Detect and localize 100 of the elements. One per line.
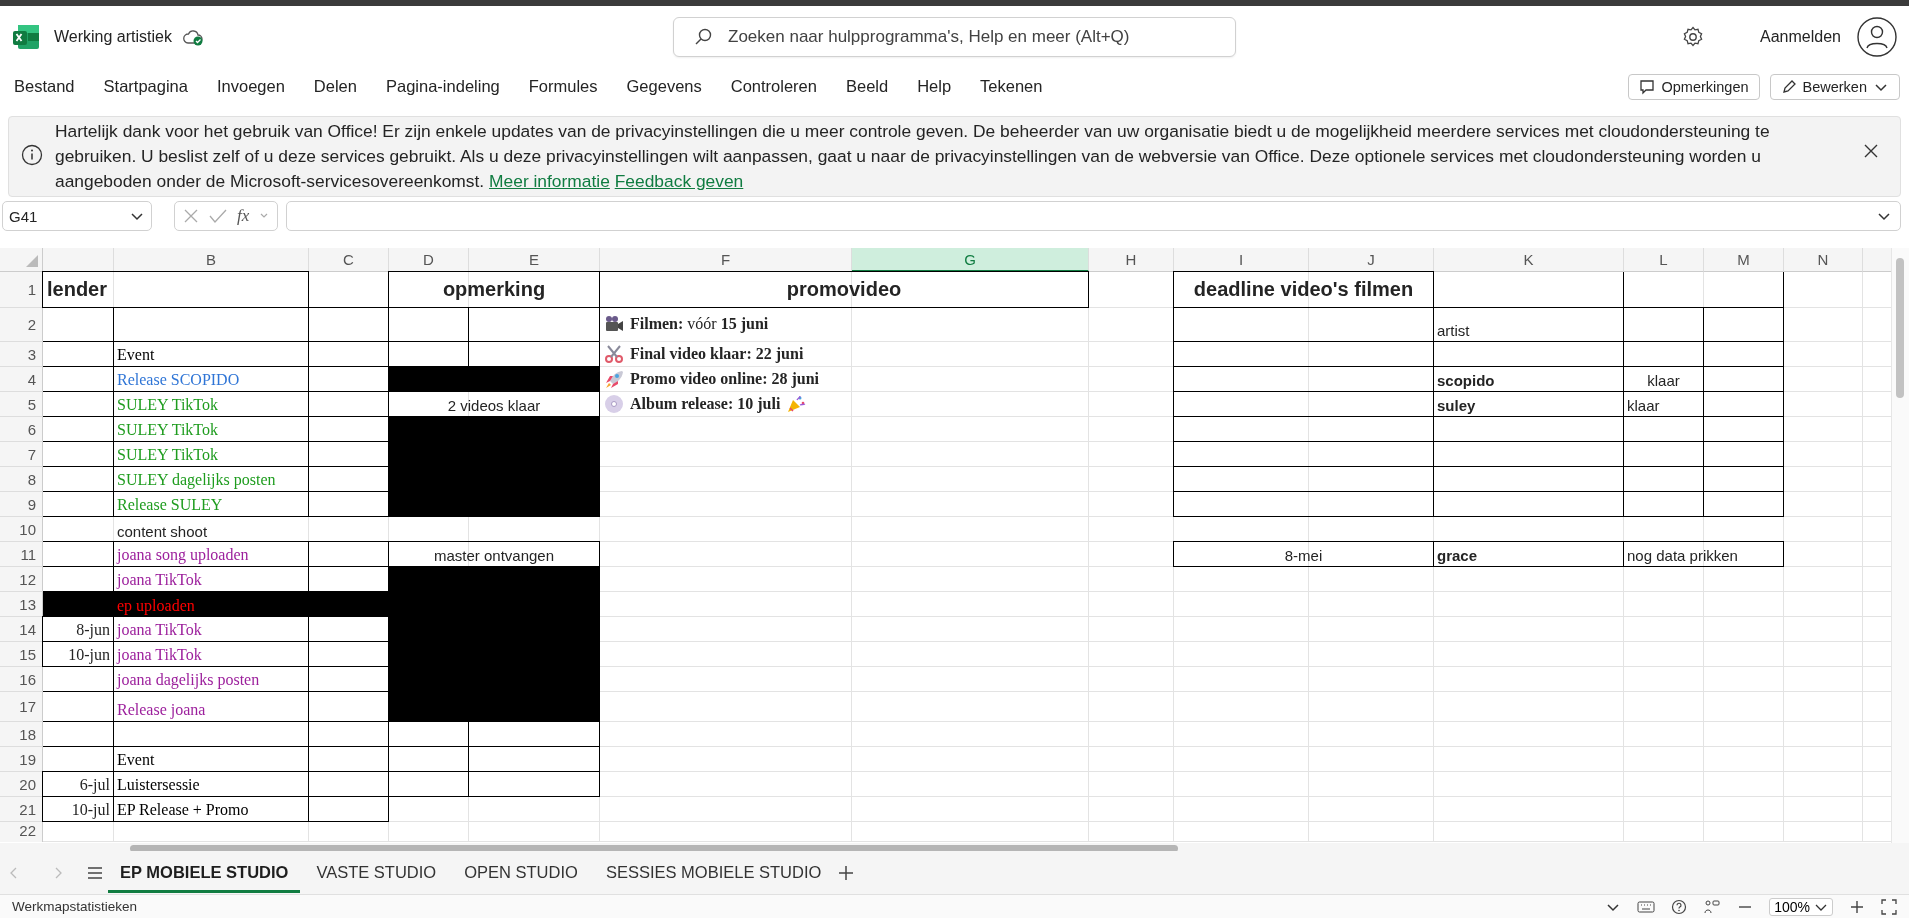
row-header[interactable]: 22 <box>0 822 43 842</box>
table-cell: Filmen: vóór 15 juni <box>630 315 769 333</box>
checkmark-icon[interactable] <box>209 208 227 224</box>
info-icon <box>21 144 43 166</box>
ribbon-tab[interactable]: Help <box>904 70 965 104</box>
row-header[interactable]: 8 <box>0 467 43 492</box>
spreadsheet-app-icon <box>12 23 40 50</box>
document-title[interactable]: Werking artistiek <box>54 27 172 46</box>
edit-button[interactable]: Bewerken <box>1769 74 1900 100</box>
row-header[interactable]: 4 <box>0 367 43 392</box>
row-header[interactable]: 12 <box>0 567 43 592</box>
column-header[interactable]: K <box>1434 248 1624 272</box>
fullscreen-icon[interactable] <box>1881 898 1897 915</box>
table-cell: 8-mei <box>1173 541 1434 567</box>
status-text[interactable]: Werkmapstatistieken <box>12 899 138 914</box>
row-header[interactable]: 17 <box>0 692 43 722</box>
column-header[interactable]: L <box>1624 248 1704 272</box>
zoom-dropdown[interactable]: 100% <box>1769 897 1833 916</box>
column-header[interactable] <box>43 248 114 272</box>
disc-icon <box>604 393 624 414</box>
sheet-tab[interactable]: VASTE STUDIO <box>304 852 449 893</box>
formula-input[interactable] <box>286 201 1901 231</box>
column-header[interactable]: J <box>1309 248 1434 272</box>
sheet-tab[interactable]: SESSIES MOBIELE STUDIO <box>593 852 834 893</box>
search-field[interactable]: Zoeken naar hulpprogramma's, Help en meer (Alt+Q) <box>673 16 1236 57</box>
settings-icon[interactable] <box>1682 25 1705 48</box>
column-header[interactable]: G <box>852 248 1089 272</box>
keyboard-icon[interactable] <box>1637 899 1656 914</box>
row-header[interactable]: 11 <box>0 542 43 567</box>
column-header[interactable]: E <box>469 248 600 272</box>
ribbon-tab[interactable]: Startpagina <box>90 70 201 104</box>
table-cell: lender <box>42 271 309 308</box>
row-header[interactable]: 3 <box>0 342 43 367</box>
sign-in-button[interactable]: Aanmelden <box>1720 27 1841 46</box>
cloud-check-icon <box>181 27 204 46</box>
ribbon-tab[interactable]: Invoegen <box>203 70 298 104</box>
ribbon-tab[interactable]: Pagina-indeling <box>373 70 513 104</box>
comment-icon <box>1639 79 1656 95</box>
table-cell: nog data prikken <box>1623 541 1784 567</box>
table-cell: Promo video online: 28 juni <box>630 369 820 388</box>
ribbon-tab[interactable]: Tekenen <box>967 70 1056 104</box>
menu-icon[interactable] <box>86 864 104 881</box>
row-header[interactable]: 1 <box>0 272 43 308</box>
comments-button[interactable]: Opmerkingen <box>1628 74 1760 100</box>
film-camera-icon <box>604 314 624 334</box>
scrollbar-thumb[interactable] <box>130 845 1178 851</box>
insert-function-button[interactable]: fx <box>237 206 250 226</box>
ribbon-tab[interactable]: Delen <box>300 70 370 104</box>
row-header[interactable]: 20 <box>0 772 43 797</box>
row-header[interactable]: 21 <box>0 797 43 822</box>
row-header[interactable]: 13 <box>0 592 43 617</box>
notice-link[interactable]: Feedback geven <box>614 171 744 191</box>
ribbon-tab[interactable]: Beeld <box>832 70 902 104</box>
table-cell: deadline video's filmen <box>1173 271 1434 308</box>
table-cell: promovideo <box>599 271 1089 308</box>
row-header[interactable]: 19 <box>0 747 43 772</box>
help-icon[interactable] <box>1671 898 1688 915</box>
column-header[interactable]: B <box>114 248 309 272</box>
table-cell: master ontvangen <box>388 541 600 567</box>
ribbon-tab[interactable]: Controleren <box>717 70 830 104</box>
privacy-notice-text: Hartelijk dank voor het gebruik van Office! Er zijn enkele updates van de privacyinstellingen die u meer controle geven. De beheerder van uw organisatie biedt u de mogelijkheid meerdere services met cloudondersteuning te gebruiken. U beslist zelf of u deze services gebruikt. Als u deze privacyinstellingen wilt aanpassen, gaat u naar de privacyinstellingen van de webversie van Office. Deze optionele services met cloudondersteuning worden u aangeboden onder de Microsoft-servicesovereenkomst. Meer informatie Feedback geven <box>55 120 1771 193</box>
row-header[interactable]: 7 <box>0 442 43 467</box>
ribbon-tab[interactable]: Bestand <box>1 70 88 104</box>
party-popper-icon <box>786 393 807 414</box>
column-header[interactable]: F <box>600 248 852 272</box>
column-header[interactable]: C <box>309 248 389 272</box>
name-box[interactable]: G41 <box>2 201 152 231</box>
table-cell: Album release: 10 juli <box>630 394 781 413</box>
column-header[interactable]: N <box>1784 248 1863 272</box>
row-header[interactable]: 2 <box>0 308 43 342</box>
table-cell: ep uploaden <box>117 597 195 615</box>
search-icon <box>695 27 713 46</box>
row-header[interactable]: 15 <box>0 642 43 667</box>
row-header[interactable]: 6 <box>0 417 43 442</box>
sheet-tab[interactable]: OPEN STUDIO <box>452 852 590 893</box>
close-icon[interactable] <box>1864 144 1878 158</box>
notice-link[interactable]: Meer informatie <box>489 171 610 191</box>
table-cell-text: content shoot <box>116 522 209 542</box>
ribbon-tab[interactable]: Gegevens <box>613 70 715 104</box>
table-cell: Final video klaar: 22 juni <box>630 344 804 363</box>
zoom-in-icon[interactable] <box>1849 898 1865 915</box>
pencil-icon <box>1780 79 1797 95</box>
row-header[interactable]: 5 <box>0 392 43 417</box>
row-header[interactable]: 14 <box>0 617 43 642</box>
row-header[interactable]: 16 <box>0 667 43 692</box>
scrollbar-thumb[interactable] <box>1896 258 1904 398</box>
column-header[interactable]: M <box>1704 248 1784 272</box>
row-header[interactable]: 9 <box>0 492 43 517</box>
row-header[interactable]: 18 <box>0 722 43 747</box>
add-sheet-icon[interactable] <box>837 863 856 882</box>
scissors-icon <box>604 343 624 364</box>
column-header[interactable]: D <box>389 248 469 272</box>
vertical-scrollbar[interactable] <box>1891 248 1909 843</box>
avatar-icon[interactable] <box>1857 16 1897 57</box>
accessibility-icon[interactable] <box>1703 898 1722 915</box>
cancel-icon[interactable] <box>183 208 199 224</box>
row-header[interactable]: 10 <box>0 517 43 542</box>
ribbon-tab[interactable]: Formules <box>515 70 611 104</box>
column-header[interactable]: I <box>1174 248 1309 272</box>
column-header[interactable]: H <box>1089 248 1174 272</box>
